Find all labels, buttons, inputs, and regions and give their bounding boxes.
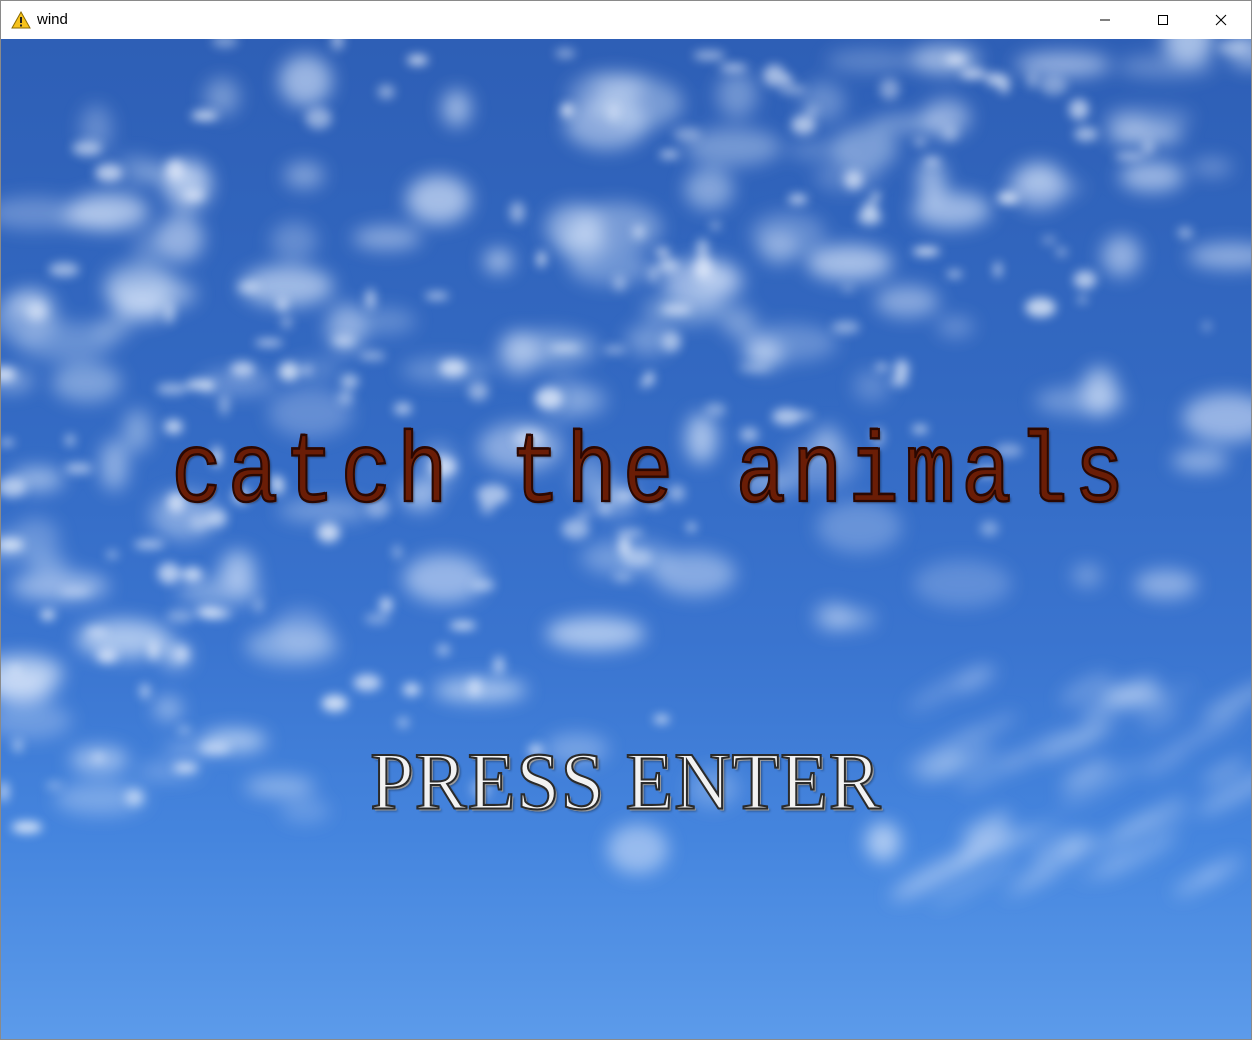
game-title: catch the animals xyxy=(171,418,1131,532)
maximize-icon xyxy=(1157,11,1169,30)
close-button[interactable] xyxy=(1192,1,1250,39)
warning-icon xyxy=(11,10,31,30)
maximize-button[interactable] xyxy=(1134,1,1192,39)
window-title: wind xyxy=(37,11,68,28)
press-enter-prompt[interactable]: PRESS ENTER xyxy=(1,734,1251,829)
close-icon xyxy=(1215,11,1227,30)
minimize-icon xyxy=(1099,11,1111,30)
sky-background xyxy=(1,39,1251,908)
title-bar[interactable]: wind xyxy=(1,1,1251,39)
game-canvas[interactable]: catch the animals PRESS ENTER xyxy=(1,39,1251,1039)
app-window: wind catch the animals PRESS ENTER xyxy=(0,0,1252,1040)
minimize-button[interactable] xyxy=(1076,1,1134,39)
